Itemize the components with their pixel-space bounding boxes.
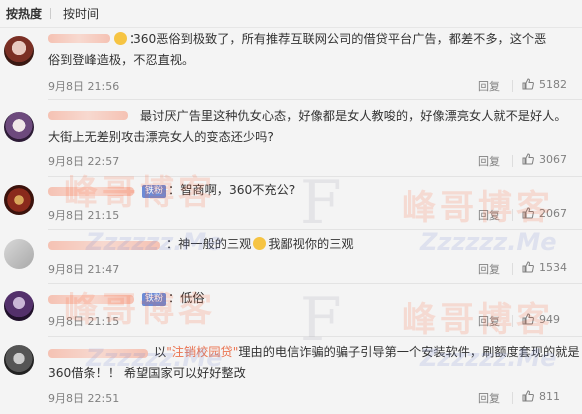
like-count: 3067 (539, 153, 567, 166)
like-button[interactable]: 5182 (522, 78, 567, 91)
action-divider (512, 80, 513, 92)
like-count: 949 (539, 313, 560, 326)
comment-text: 最讨厌广告里这种仇女心态，好像都是女人教唆的，好像漂亮女人就不是好人。 (140, 109, 567, 123)
thumbs-up-icon (522, 261, 534, 273)
avatar[interactable] (4, 239, 34, 269)
watermark-url: Zzzzzz.Me (420, 228, 557, 256)
comment-divider (48, 229, 582, 230)
highlight-text: "注销校园贷" (166, 345, 239, 359)
avatar[interactable] (4, 185, 34, 215)
thumbs-up-icon (522, 78, 534, 90)
like-count: 811 (539, 390, 560, 403)
reply-button[interactable]: 回复 (478, 313, 500, 329)
fan-badge: 铁粉 (142, 293, 167, 306)
action-divider (512, 263, 513, 275)
avatar[interactable] (4, 345, 34, 375)
comment-time: 9月8日 21:15 (48, 315, 120, 328)
comment-text: 俗到登峰造极，不忍直视。 (48, 53, 195, 67)
action-divider (512, 155, 513, 167)
sort-by-hot-tab[interactable]: 按热度 (6, 5, 42, 22)
username[interactable] (48, 108, 128, 122)
comment-divider (48, 176, 582, 177)
thumbs-up-icon (522, 207, 534, 219)
comment-time: 9月8日 22:51 (48, 392, 120, 405)
username[interactable] (48, 346, 148, 360)
avatar[interactable] (4, 291, 34, 321)
emoji-icon (253, 237, 267, 250)
username[interactable] (48, 238, 160, 252)
reply-button[interactable]: 回复 (478, 390, 500, 406)
comment-text: 铁粉 ：低俗 (140, 288, 205, 309)
comment-text: ：神一般的三观 我鄙视你的三观 (166, 237, 354, 251)
reply-button[interactable]: 回复 (478, 153, 500, 169)
username[interactable] (48, 292, 134, 306)
username[interactable] (48, 184, 134, 198)
comment-time: 9月8日 21:15 (48, 209, 120, 222)
thumbs-up-icon (522, 153, 534, 165)
comment-text: 大街上无差别攻击漂亮女人的变态还少吗? (48, 130, 274, 144)
reply-button[interactable]: 回复 (478, 78, 500, 94)
fan-badge: 铁粉 (142, 185, 167, 198)
avatar[interactable] (4, 36, 34, 66)
action-divider (512, 315, 513, 327)
like-button[interactable]: 949 (522, 313, 560, 326)
watermark-letter: F (300, 168, 342, 238)
comment-text: 360借条！！ 希望国家可以好好整改 (48, 366, 246, 380)
reply-button[interactable]: 回复 (478, 261, 500, 277)
sort-divider (50, 8, 51, 19)
comment-time: 9月8日 22:57 (48, 155, 120, 168)
like-count: 1534 (539, 261, 567, 274)
sort-bar: 按热度 按时间 (0, 0, 582, 28)
comment-divider (48, 99, 582, 100)
emoji-icon (114, 32, 127, 45)
sort-by-time-tab[interactable]: 按时间 (63, 5, 99, 22)
reply-button[interactable]: 回复 (478, 207, 500, 223)
comment-divider (48, 336, 582, 337)
username[interactable] (48, 31, 110, 45)
like-button[interactable]: 1534 (522, 261, 567, 274)
comment-time: 9月8日 21:56 (48, 80, 120, 93)
action-divider (512, 209, 513, 221)
like-button[interactable]: 3067 (522, 153, 567, 166)
comment-text: 360恶俗到极致了，所有推荐互联网公司的借贷平台广告，都差不多，这个恶 (133, 32, 547, 46)
like-count: 2067 (539, 207, 567, 220)
like-button[interactable]: 811 (522, 390, 560, 403)
comment-text: 铁粉 ：智商啊，360不充公? (140, 180, 295, 201)
comment-divider (48, 283, 582, 284)
like-button[interactable]: 2067 (522, 207, 567, 220)
comment-text: 以"注销校园贷"理由的电信诈骗的骗子引导第一个安装软件，刷额度套现的就是 (154, 345, 580, 359)
like-count: 5182 (539, 78, 567, 91)
thumbs-up-icon (522, 313, 534, 325)
action-divider (512, 392, 513, 404)
avatar[interactable] (4, 112, 34, 142)
comment-time: 9月8日 21:47 (48, 263, 120, 276)
thumbs-up-icon (522, 390, 534, 402)
